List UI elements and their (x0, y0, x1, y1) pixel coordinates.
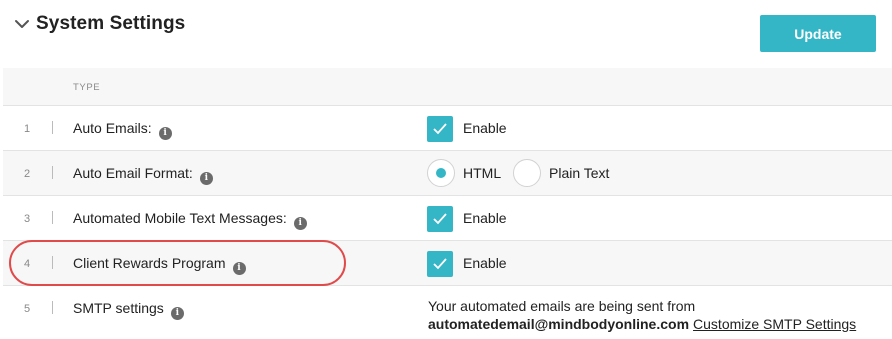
auto-emails-checkbox[interactable] (427, 116, 453, 142)
row-divider (52, 211, 53, 224)
setting-label-text: Auto Email Format: (73, 165, 193, 181)
row-number: 2 (24, 168, 31, 180)
radio-selected-dot (436, 168, 446, 178)
type-column-label: TYPE (73, 82, 101, 93)
plain-text-radio-label: Plain Text (549, 165, 610, 181)
setting-label-text: Client Rewards Program (73, 255, 226, 271)
check-icon (433, 258, 447, 270)
column-header: TYPE (3, 68, 892, 106)
settings-table: TYPE 1 Auto Emails: i Enable 2 Auto Email… (3, 68, 892, 339)
info-icon[interactable]: i (199, 172, 213, 185)
info-icon[interactable]: i (232, 262, 246, 275)
row-divider (52, 301, 53, 314)
html-radio-label: HTML (463, 165, 502, 181)
customize-smtp-link[interactable]: Customize SMTP Settings (693, 316, 856, 332)
setting-label-text: SMTP settings (73, 300, 164, 316)
html-radio[interactable] (427, 159, 455, 187)
setting-label: Automated Mobile Text Messages: i (73, 210, 307, 230)
client-rewards-checkbox[interactable] (427, 251, 453, 277)
check-icon (433, 123, 447, 135)
table-row: 1 Auto Emails: i Enable (3, 106, 892, 151)
enable-label: Enable (463, 120, 507, 136)
info-icon[interactable]: i (170, 307, 184, 320)
table-row: 4 Client Rewards Program i Enable (3, 241, 892, 286)
table-row: 3 Automated Mobile Text Messages: i Enabl… (3, 196, 892, 241)
chevron-down-icon[interactable] (12, 14, 32, 34)
row-divider (52, 166, 53, 179)
table-row: 2 Auto Email Format: i HTML Plain Text (3, 151, 892, 196)
enable-label: Enable (463, 255, 507, 271)
update-button[interactable]: Update (760, 15, 876, 52)
settings-header: System Settings Update (0, 0, 892, 68)
setting-label-text: Automated Mobile Text Messages: (73, 210, 287, 226)
plain-text-radio[interactable] (513, 159, 541, 187)
setting-label: Auto Email Format: i (73, 165, 213, 185)
row-number: 1 (24, 123, 31, 135)
check-icon (433, 213, 447, 225)
smtp-details: automatedemail@mindbodyonline.com Customi… (428, 316, 856, 332)
info-icon[interactable]: i (293, 217, 307, 230)
row-divider (52, 121, 53, 134)
info-icon[interactable]: i (158, 127, 172, 140)
setting-label: Client Rewards Program i (73, 255, 246, 275)
setting-label: SMTP settings i (73, 300, 184, 320)
table-row: 5 SMTP settings i Your automated emails a… (3, 286, 892, 336)
setting-label-text: Auto Emails: (73, 120, 152, 136)
setting-label: Auto Emails: i (73, 120, 172, 140)
section-title: System Settings (36, 13, 186, 34)
row-number: 4 (24, 258, 31, 270)
enable-label: Enable (463, 210, 507, 226)
row-divider (52, 256, 53, 269)
smtp-description: Your automated emails are being sent fro… (428, 298, 696, 314)
smtp-email: automatedemail@mindbodyonline.com (428, 316, 690, 332)
row-number: 5 (24, 303, 31, 315)
row-number: 3 (24, 213, 31, 225)
mobile-text-checkbox[interactable] (427, 206, 453, 232)
